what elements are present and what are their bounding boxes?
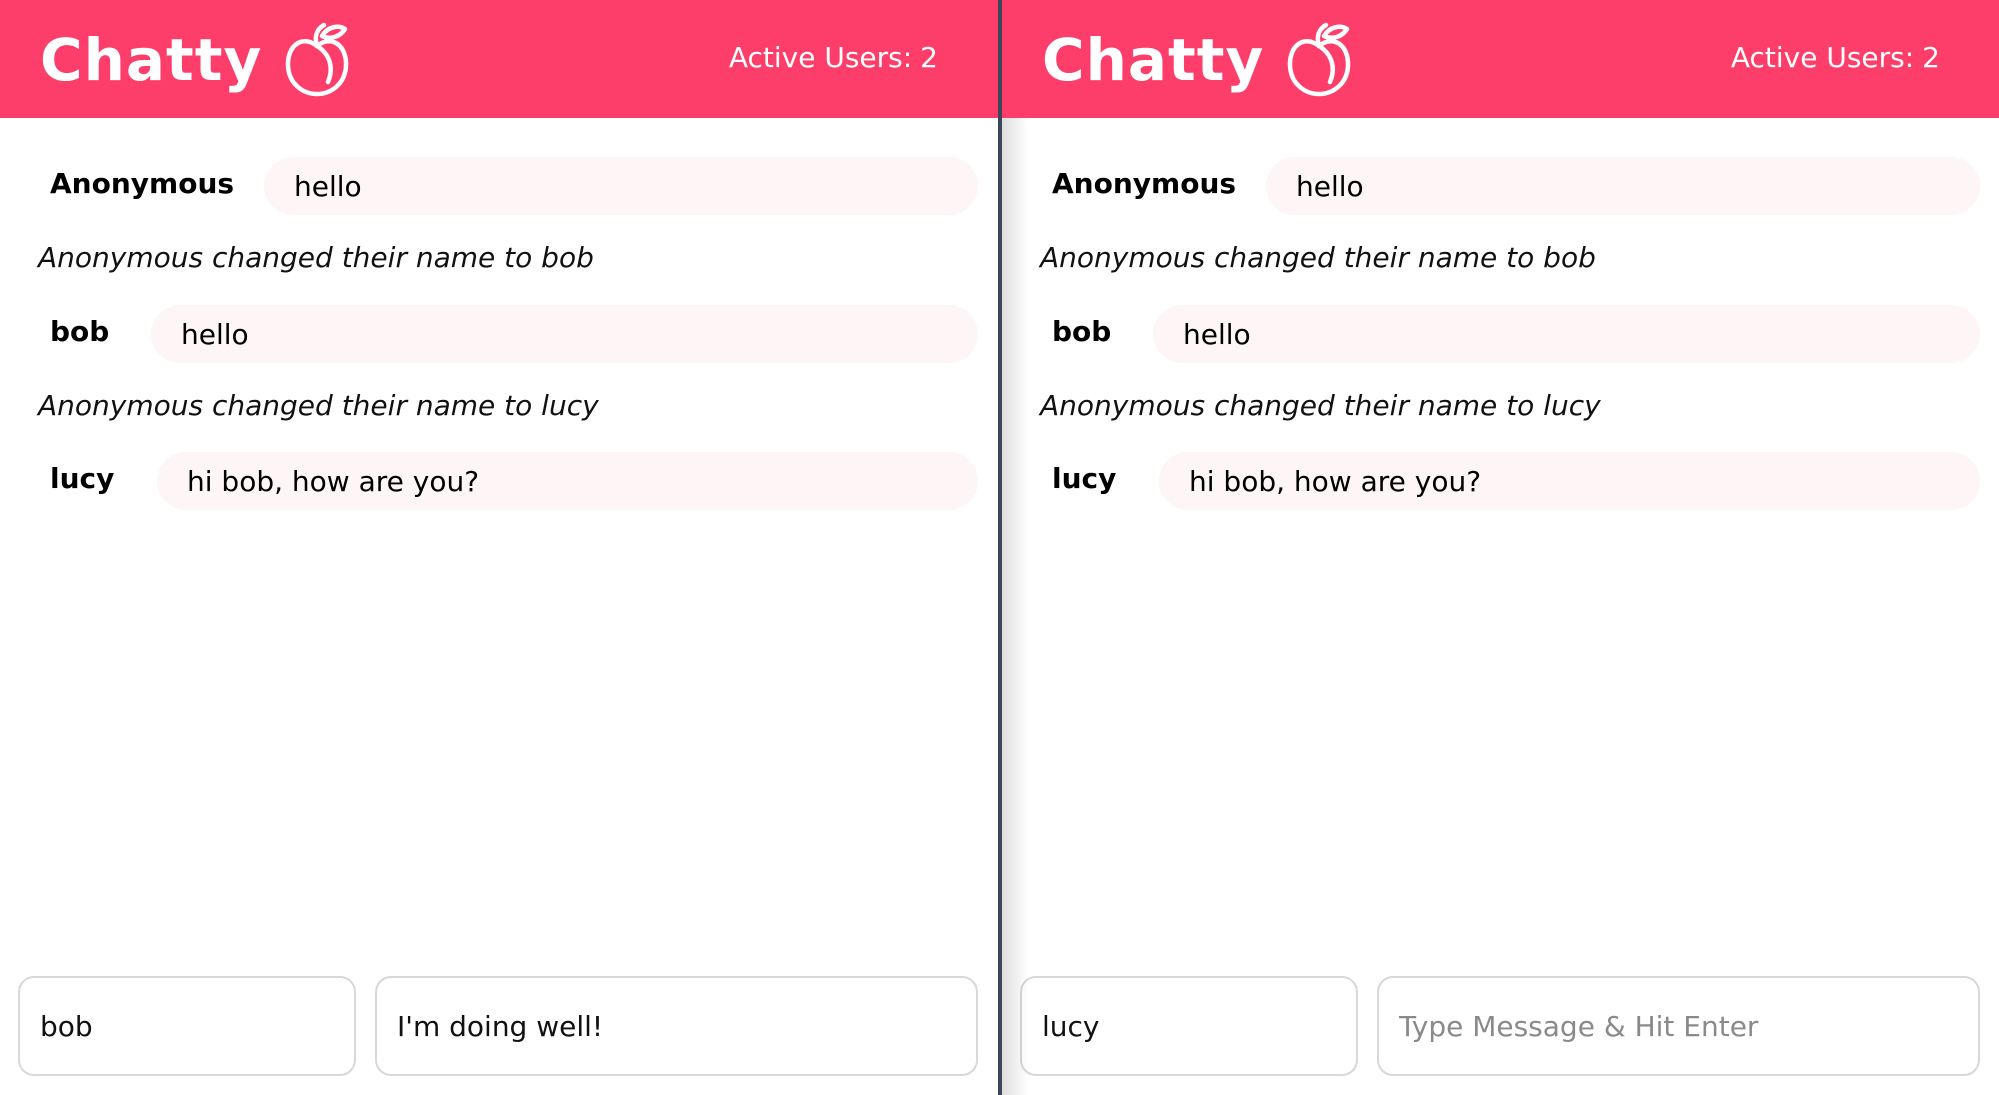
message: bob hello bbox=[0, 305, 978, 363]
system-notification: Anonymous changed their name to bob bbox=[38, 241, 594, 274]
message-content: hi bob, how are you? bbox=[157, 452, 978, 510]
message-list: Anonymous hello Anonymous changed their … bbox=[0, 118, 998, 975]
active-users-number: 2 bbox=[1922, 41, 1940, 74]
message-input[interactable] bbox=[1377, 976, 1980, 1076]
navbar: Chatty Active Users: 2 bbox=[1002, 0, 1999, 118]
system-notification: Anonymous changed their name to bob bbox=[1040, 241, 1596, 274]
message-username: bob bbox=[1052, 315, 1112, 348]
message-content: hi bob, how are you? bbox=[1159, 452, 1980, 510]
chat-composer bbox=[18, 976, 978, 1076]
brand-link[interactable]: Chatty bbox=[40, 22, 350, 98]
message: bob hello bbox=[1002, 305, 1980, 363]
navbar: Chatty Active Users: 2 bbox=[0, 0, 998, 118]
app-title: Chatty bbox=[40, 26, 263, 94]
active-users-counter: Active Users: 2 bbox=[729, 38, 938, 78]
message-list: Anonymous hello Anonymous changed their … bbox=[1002, 118, 1999, 975]
message-content: hello bbox=[1266, 157, 1980, 215]
brand-link[interactable]: Chatty bbox=[1042, 22, 1352, 98]
message: Anonymous hello bbox=[0, 157, 978, 215]
active-users-counter: Active Users: 2 bbox=[1731, 38, 1940, 78]
chat-window-right: Chatty Active Users: 2 Anonymous hello An… bbox=[1002, 0, 1999, 1095]
peach-icon bbox=[284, 22, 350, 98]
message-username: Anonymous bbox=[1052, 167, 1237, 200]
system-notification: Anonymous changed their name to lucy bbox=[1040, 389, 1601, 422]
active-users-number: 2 bbox=[920, 41, 938, 74]
message-input[interactable] bbox=[375, 976, 978, 1076]
message-content: hello bbox=[1153, 305, 1980, 363]
message: lucy hi bob, how are you? bbox=[0, 452, 978, 510]
chat-composer bbox=[1020, 976, 1980, 1076]
active-users-label: Active Users: bbox=[1730, 41, 1915, 74]
username-input[interactable] bbox=[1020, 976, 1358, 1076]
message-username: Anonymous bbox=[50, 167, 235, 200]
message: Anonymous hello bbox=[1002, 157, 1980, 215]
active-users-label: Active Users: bbox=[728, 41, 913, 74]
system-notification: Anonymous changed their name to lucy bbox=[38, 389, 599, 422]
username-input[interactable] bbox=[18, 976, 356, 1076]
message-username: lucy bbox=[50, 462, 115, 495]
message-content: hello bbox=[151, 305, 978, 363]
message-content: hello bbox=[264, 157, 978, 215]
chat-window-left: Chatty Active Users: 2 Anonymous hello An… bbox=[0, 0, 998, 1095]
message-username: lucy bbox=[1052, 462, 1117, 495]
message-username: bob bbox=[50, 315, 110, 348]
peach-icon bbox=[1286, 22, 1352, 98]
message: lucy hi bob, how are you? bbox=[1002, 452, 1980, 510]
app-title: Chatty bbox=[1042, 26, 1265, 94]
